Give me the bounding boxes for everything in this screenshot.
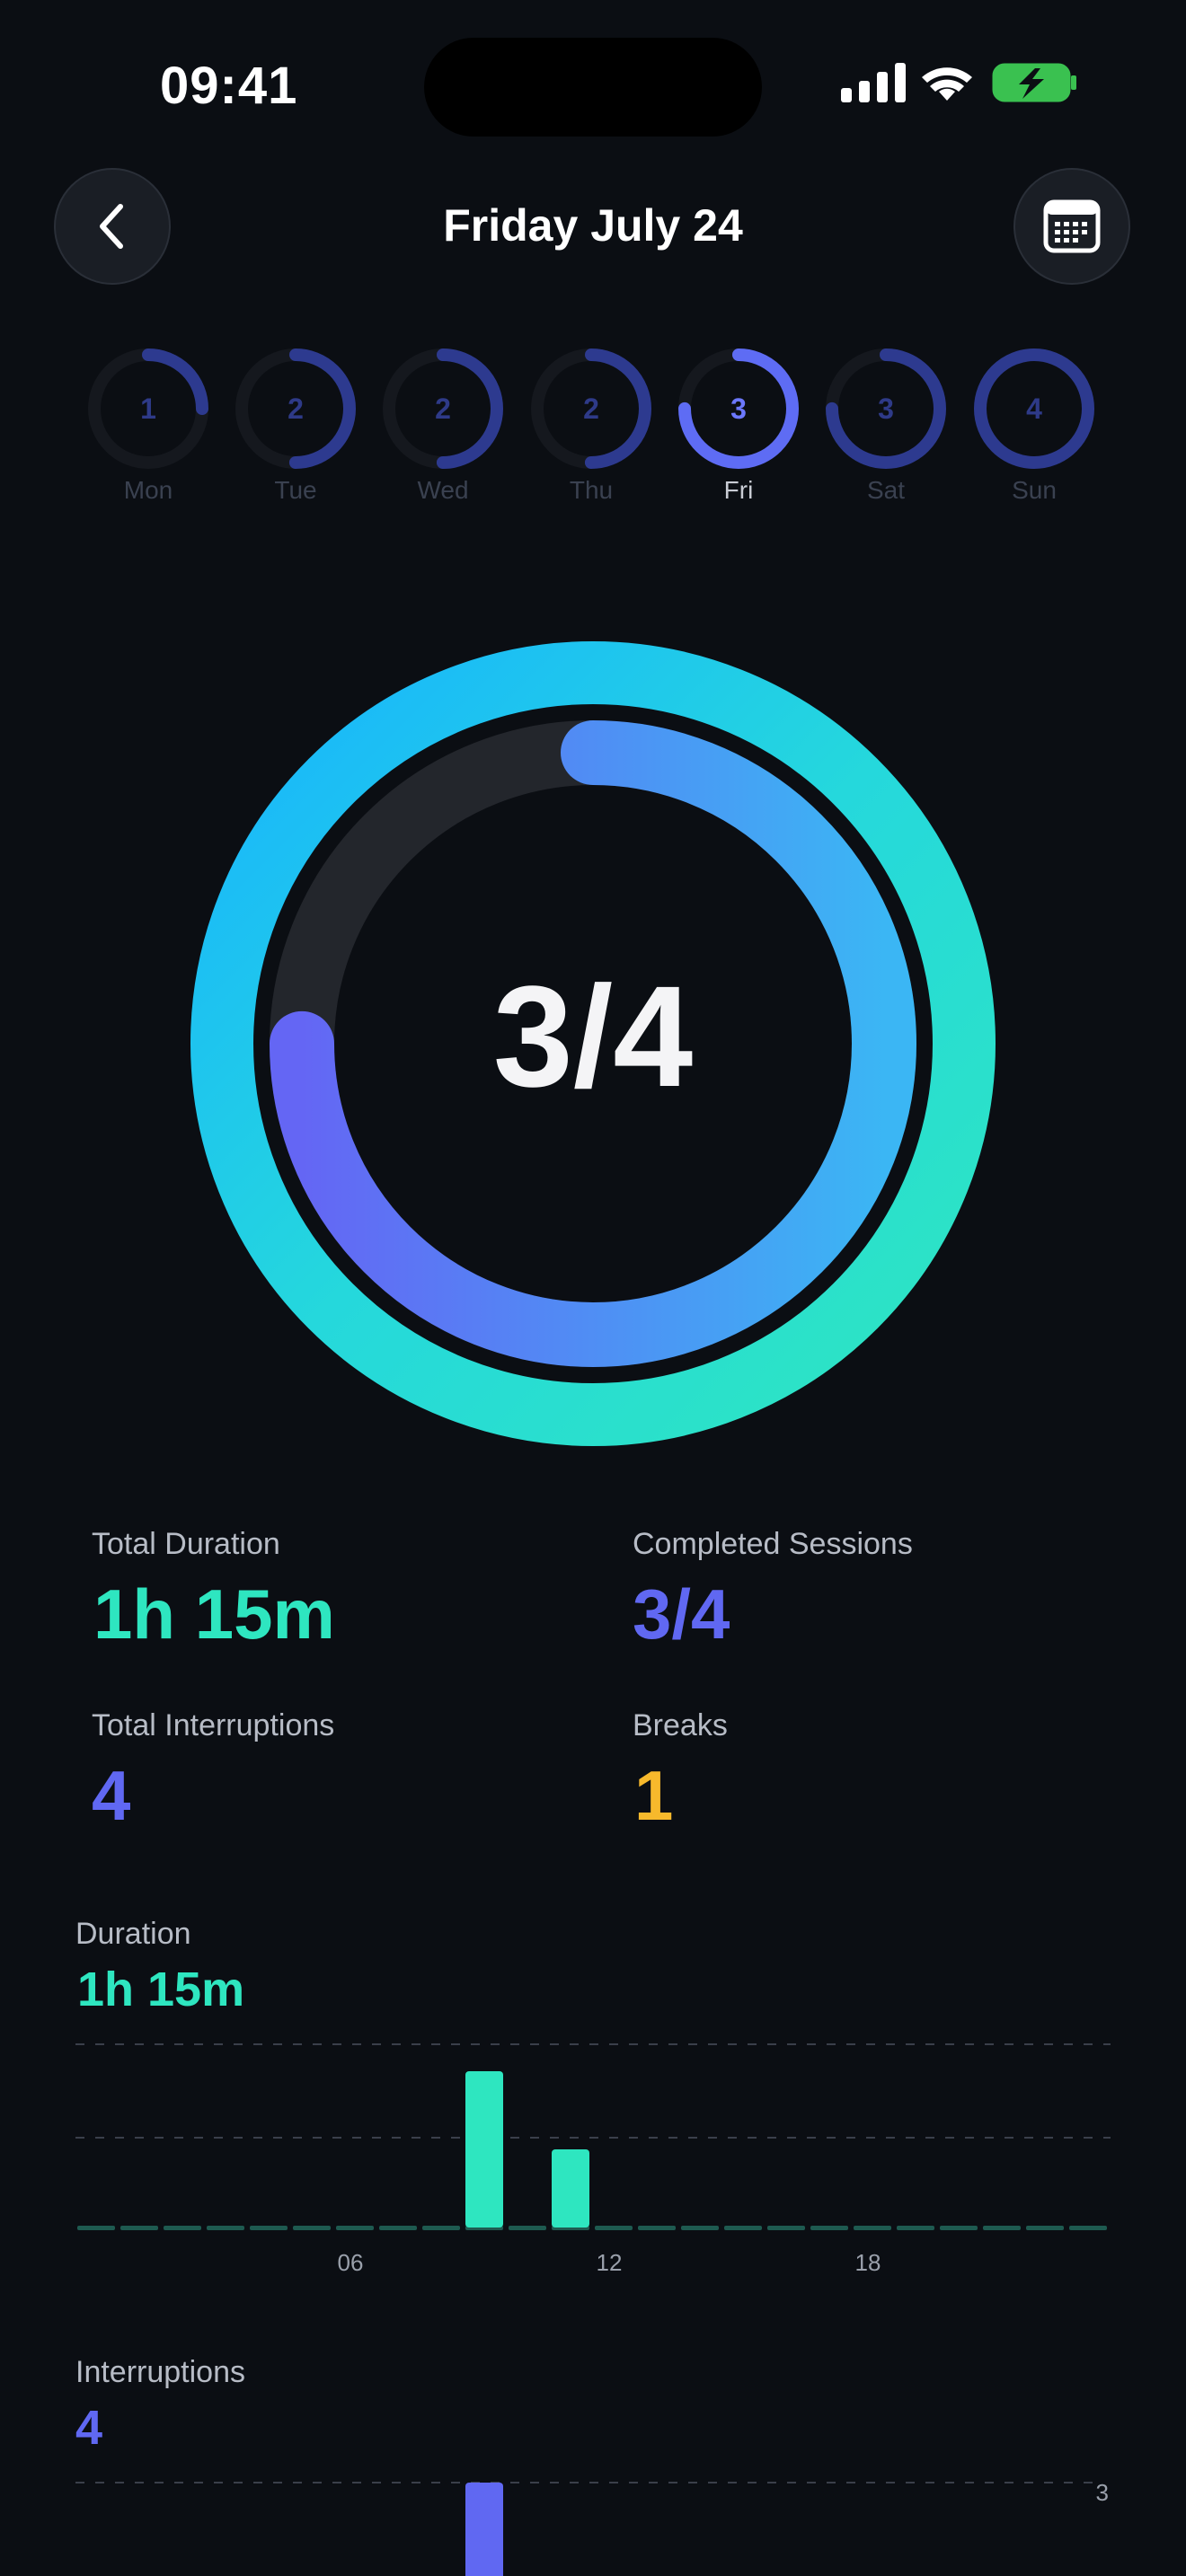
- baseline-segment: [1026, 2226, 1064, 2230]
- baseline-segment: [724, 2226, 762, 2230]
- baseline-segment: [207, 2226, 244, 2230]
- day-ring-tue[interactable]: 2: [235, 348, 356, 469]
- baseline-segment: [336, 2226, 374, 2230]
- baseline-segment: [1069, 2226, 1107, 2230]
- day-count: 1: [140, 393, 156, 425]
- day-count: 2: [288, 393, 304, 425]
- interruptions-section-label: Interruptions: [75, 2355, 245, 2389]
- baseline-segment: [293, 2226, 331, 2230]
- total-interruptions-label: Total Interruptions: [92, 1708, 335, 1742]
- dynamic-island: [424, 38, 762, 137]
- y-tick-label: 3: [1096, 2479, 1109, 2506]
- x-tick-label: 18: [855, 2249, 881, 2276]
- baseline-segment: [77, 2226, 115, 2230]
- interruption-bar: [465, 2483, 503, 2576]
- completed-sessions-label: Completed Sessions: [633, 1527, 913, 1561]
- calendar-button[interactable]: [1013, 168, 1130, 285]
- day-label-thu: Thu: [569, 476, 614, 504]
- interruptions-section-value: 4: [75, 2401, 103, 2455]
- day-count: 3: [730, 393, 747, 425]
- status-icons: [836, 59, 1078, 118]
- total-interruptions-value: 4: [92, 1756, 131, 1835]
- x-tick-label: 06: [338, 2249, 364, 2276]
- total-duration-value: 1h 15m: [93, 1575, 335, 1654]
- day-count: 2: [583, 393, 599, 425]
- breaks-value: 1: [634, 1756, 674, 1835]
- status-time: 09:41: [160, 57, 298, 115]
- day-ring-fri[interactable]: 3: [678, 348, 799, 469]
- day-ring-thu[interactable]: 2: [531, 348, 651, 469]
- day-label-wed: Wed: [417, 476, 469, 504]
- battery-charging-icon: [992, 63, 1076, 102]
- baseline-segment: [983, 2226, 1021, 2230]
- baseline-segment: [681, 2226, 719, 2230]
- day-ring-wed[interactable]: 2: [383, 348, 503, 469]
- day-label-sat: Sat: [866, 476, 906, 504]
- day-count: 3: [878, 393, 894, 425]
- baseline-segment: [810, 2226, 848, 2230]
- breaks-label: Breaks: [633, 1708, 728, 1742]
- baseline-segment: [638, 2226, 676, 2230]
- duration-section-value: 1h 15m: [77, 1963, 245, 2016]
- baseline-segment: [422, 2226, 460, 2230]
- baseline-segment: [897, 2226, 934, 2230]
- day-ring-sat[interactable]: 3: [826, 348, 946, 469]
- signal-icon: [841, 63, 906, 102]
- duration-section-label: Duration: [75, 1917, 191, 1951]
- duration-bar: [552, 2149, 589, 2228]
- baseline-segment: [250, 2226, 288, 2230]
- page-title: Friday July 24: [443, 200, 743, 251]
- baseline-segment: [164, 2226, 201, 2230]
- day-count: 2: [435, 393, 451, 425]
- duration-chart: 06 12 18: [75, 2043, 1111, 2276]
- week-strip: 1 2 2 2 3 3 4: [88, 348, 1094, 469]
- day-label-fri: Fri: [723, 476, 754, 504]
- x-tick-label: 12: [597, 2249, 623, 2276]
- baseline-segment: [379, 2226, 417, 2230]
- sessions-ratio: 3/4: [492, 956, 694, 1116]
- day-label-mon: Mon: [123, 476, 173, 504]
- baseline-segment: [595, 2226, 633, 2230]
- total-duration-label: Total Duration: [92, 1527, 280, 1561]
- wifi-icon: [922, 67, 972, 101]
- day-count: 4: [1026, 393, 1042, 425]
- baseline-segment: [854, 2226, 891, 2230]
- duration-bar: [465, 2071, 503, 2228]
- baseline-segment: [509, 2226, 546, 2230]
- completed-sessions-value: 3/4: [633, 1575, 730, 1654]
- baseline-segment: [940, 2226, 978, 2230]
- day-label-tue: Tue: [274, 476, 317, 504]
- interruptions-chart: 3: [75, 2479, 1109, 2576]
- calendar-icon: [1043, 199, 1101, 253]
- baseline-segment: [120, 2226, 158, 2230]
- day-ring-mon[interactable]: 1: [88, 348, 208, 469]
- day-ring-sun[interactable]: 4: [974, 348, 1094, 469]
- day-label-sun: Sun: [1012, 476, 1057, 504]
- baseline-segment: [767, 2226, 805, 2230]
